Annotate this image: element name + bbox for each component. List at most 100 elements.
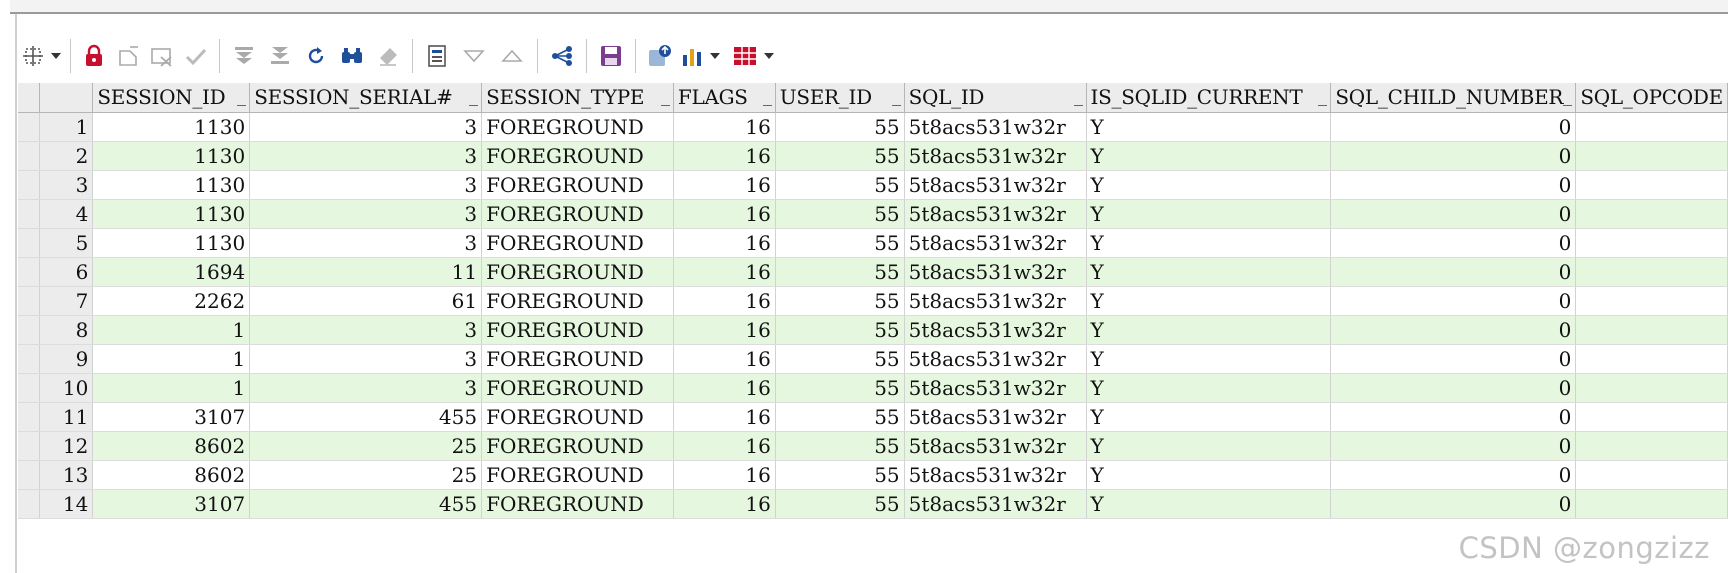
row-number[interactable]: 2 bbox=[39, 141, 94, 171]
cell-sql-id[interactable]: 5t8acs531w32r bbox=[904, 431, 1087, 461]
cell-sql-id[interactable]: 5t8acs531w32r bbox=[904, 315, 1087, 345]
cell-is-sqlid-current[interactable]: Y bbox=[1086, 228, 1332, 258]
row-indicator[interactable] bbox=[18, 431, 41, 461]
row-indicator[interactable] bbox=[18, 344, 41, 374]
row-indicator[interactable] bbox=[18, 228, 41, 258]
cell-sql-opcode[interactable] bbox=[1575, 344, 1728, 374]
cell-sql-id[interactable]: 5t8acs531w32r bbox=[904, 170, 1087, 200]
cell-sql-id[interactable]: 5t8acs531w32r bbox=[904, 460, 1087, 490]
row-number[interactable]: 5 bbox=[39, 228, 94, 258]
cell-user-id[interactable]: 55 bbox=[775, 170, 905, 200]
cell-user-id[interactable]: 55 bbox=[775, 228, 905, 258]
table-row[interactable]: 4 1130 3 FOREGROUND 16 55 5t8acs531w32r Y 0 bbox=[18, 199, 1728, 229]
cell-sql-opcode[interactable] bbox=[1575, 286, 1728, 316]
lock-icon[interactable] bbox=[77, 38, 111, 74]
table-row[interactable]: 13 8602 25 FOREGROUND 16 55 5t8acs531w32r Y 0 bbox=[18, 460, 1728, 490]
cell-flags[interactable]: 16 bbox=[673, 315, 776, 345]
cell-session-id[interactable]: 8602 bbox=[92, 431, 251, 461]
row-indicator[interactable] bbox=[18, 373, 41, 403]
row-number[interactable]: 13 bbox=[39, 460, 94, 490]
cell-session-serial[interactable]: 455 bbox=[249, 489, 483, 519]
cell-sql-child-number[interactable]: 0 bbox=[1330, 489, 1577, 519]
cell-session-type[interactable]: FOREGROUND bbox=[481, 344, 674, 374]
cell-session-serial[interactable]: 3 bbox=[249, 141, 483, 171]
save-icon[interactable] bbox=[593, 38, 629, 74]
cell-user-id[interactable]: 55 bbox=[775, 315, 905, 345]
cell-user-id[interactable]: 55 bbox=[775, 286, 905, 316]
dropdown-arrow-icon[interactable] bbox=[760, 38, 778, 74]
cell-sql-opcode[interactable] bbox=[1575, 373, 1728, 403]
cell-sql-child-number[interactable]: 0 bbox=[1330, 402, 1577, 432]
cell-session-serial[interactable]: 3 bbox=[249, 199, 483, 229]
column-header-sql-id[interactable]: SQL_ID bbox=[904, 83, 1087, 113]
cell-flags[interactable]: 16 bbox=[673, 489, 776, 519]
cell-session-type[interactable]: FOREGROUND bbox=[481, 257, 674, 287]
row-indicator[interactable] bbox=[18, 402, 41, 432]
cell-user-id[interactable]: 55 bbox=[775, 402, 905, 432]
cell-session-type[interactable]: FOREGROUND bbox=[481, 286, 674, 316]
last-record-icon[interactable] bbox=[262, 38, 298, 74]
cell-sql-child-number[interactable]: 0 bbox=[1330, 286, 1577, 316]
insert-record-icon[interactable] bbox=[111, 38, 145, 74]
cell-sql-child-number[interactable]: 0 bbox=[1330, 112, 1577, 142]
clear-icon[interactable] bbox=[370, 38, 406, 74]
cell-sql-child-number[interactable]: 0 bbox=[1330, 431, 1577, 461]
sort-asc-icon[interactable] bbox=[493, 38, 531, 74]
cell-session-serial[interactable]: 3 bbox=[249, 228, 483, 258]
row-number[interactable]: 12 bbox=[39, 431, 94, 461]
cell-session-serial[interactable]: 25 bbox=[249, 431, 483, 461]
row-number[interactable]: 7 bbox=[39, 286, 94, 316]
cell-sql-opcode[interactable] bbox=[1575, 315, 1728, 345]
cell-flags[interactable]: 16 bbox=[673, 170, 776, 200]
find-icon[interactable] bbox=[334, 38, 370, 74]
row-indicator[interactable] bbox=[18, 112, 41, 142]
cell-session-id[interactable]: 1 bbox=[92, 373, 251, 403]
cell-session-serial[interactable]: 3 bbox=[249, 170, 483, 200]
table-row[interactable]: 8 1 3 FOREGROUND 16 55 5t8acs531w32r Y 0 bbox=[18, 315, 1728, 345]
cell-sql-child-number[interactable]: 0 bbox=[1330, 257, 1577, 287]
cell-is-sqlid-current[interactable]: Y bbox=[1086, 402, 1332, 432]
cell-is-sqlid-current[interactable]: Y bbox=[1086, 460, 1332, 490]
table-row[interactable]: 11 3107 455 FOREGROUND 16 55 5t8acs531w32r Y 0 bbox=[18, 402, 1728, 432]
column-header-session-type[interactable]: SESSION_TYPE bbox=[481, 83, 674, 113]
cell-session-type[interactable]: FOREGROUND bbox=[481, 199, 674, 229]
table-row[interactable]: 1 1130 3 FOREGROUND 16 55 5t8acs531w32r Y 0 bbox=[18, 112, 1728, 142]
cell-sql-child-number[interactable]: 0 bbox=[1330, 315, 1577, 345]
row-indicator[interactable] bbox=[18, 170, 41, 200]
column-header-sql-opcode[interactable]: SQL_OPCODE bbox=[1575, 83, 1728, 113]
cell-flags[interactable]: 16 bbox=[673, 199, 776, 229]
cell-sql-opcode[interactable] bbox=[1575, 170, 1728, 200]
row-number[interactable]: 10 bbox=[39, 373, 94, 403]
table-view-icon[interactable] bbox=[730, 38, 760, 74]
cell-is-sqlid-current[interactable]: Y bbox=[1086, 112, 1332, 142]
cell-session-type[interactable]: FOREGROUND bbox=[481, 460, 674, 490]
cell-sql-opcode[interactable] bbox=[1575, 431, 1728, 461]
cell-session-id[interactable]: 8602 bbox=[92, 460, 251, 490]
column-header-flags[interactable]: FLAGS bbox=[673, 83, 776, 113]
cell-session-serial[interactable]: 455 bbox=[249, 402, 483, 432]
cell-user-id[interactable]: 55 bbox=[775, 199, 905, 229]
cell-session-type[interactable]: FOREGROUND bbox=[481, 431, 674, 461]
sort-desc-icon[interactable] bbox=[455, 38, 493, 74]
cell-user-id[interactable]: 55 bbox=[775, 373, 905, 403]
cell-session-type[interactable]: FOREGROUND bbox=[481, 141, 674, 171]
cell-session-id[interactable]: 2262 bbox=[92, 286, 251, 316]
cell-session-serial[interactable]: 11 bbox=[249, 257, 483, 287]
cell-session-id[interactable]: 3107 bbox=[92, 489, 251, 519]
cell-is-sqlid-current[interactable]: Y bbox=[1086, 199, 1332, 229]
cell-is-sqlid-current[interactable]: Y bbox=[1086, 373, 1332, 403]
cell-flags[interactable]: 16 bbox=[673, 344, 776, 374]
cell-session-id[interactable]: 1130 bbox=[92, 228, 251, 258]
row-indicator[interactable] bbox=[18, 257, 41, 287]
cell-session-id[interactable]: 1130 bbox=[92, 141, 251, 171]
row-number[interactable]: 8 bbox=[39, 315, 94, 345]
first-record-icon[interactable] bbox=[226, 38, 262, 74]
cell-sql-opcode[interactable] bbox=[1575, 460, 1728, 490]
column-header-session-id[interactable]: SESSION_ID bbox=[92, 83, 251, 113]
row-number[interactable]: 3 bbox=[39, 170, 94, 200]
cell-session-id[interactable]: 1130 bbox=[92, 199, 251, 229]
cell-session-type[interactable]: FOREGROUND bbox=[481, 112, 674, 142]
row-number[interactable]: 14 bbox=[39, 489, 94, 519]
dropdown-arrow-icon[interactable] bbox=[706, 38, 724, 74]
cell-is-sqlid-current[interactable]: Y bbox=[1086, 170, 1332, 200]
